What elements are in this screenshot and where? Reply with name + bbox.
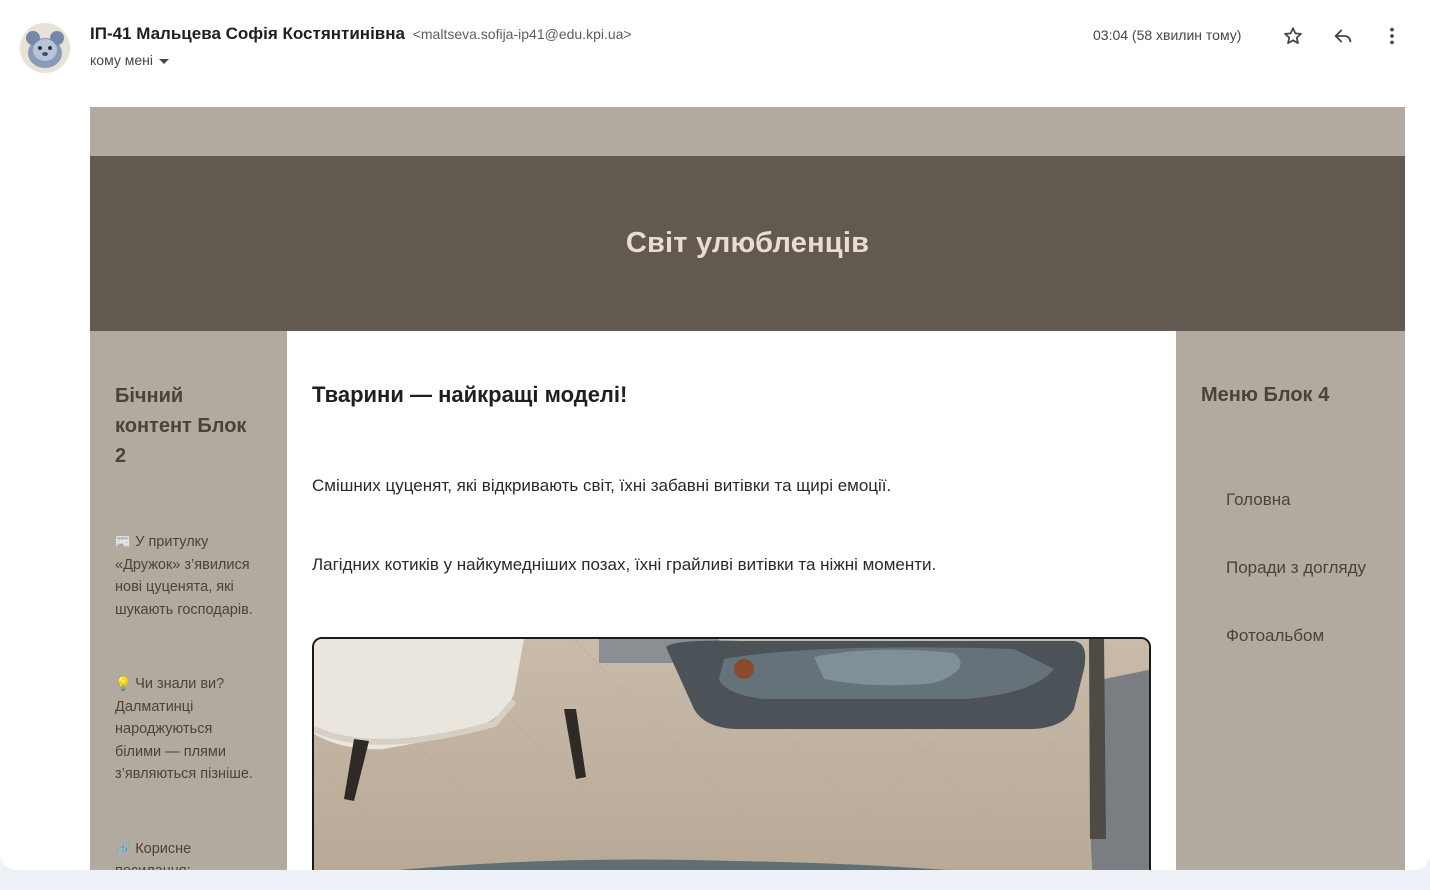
email-content: Світ улюбленців Бічний контент Блок 2 📰 …: [90, 107, 1405, 870]
right-sidebar-menu: Меню Блок 4 Головна Поради з догляду Фот…: [1176, 331, 1405, 870]
star-icon: [1284, 27, 1302, 45]
sender-avatar[interactable]: [20, 23, 70, 73]
main-heading: Тварини — найкращі моделі!: [312, 382, 628, 407]
sender-email: <maltseva.sofija-ip41@edu.kpi.ua>: [412, 26, 632, 42]
more-options-button[interactable]: [1376, 20, 1408, 52]
sidebar-note-text: У притулку «Дружок» з’явилися нові цуцен…: [115, 534, 253, 618]
sidebar-note-text: Чи знали ви? Далматинці народжуються біл…: [115, 676, 253, 782]
reply-icon: [1334, 29, 1352, 43]
caret-down-icon: [159, 58, 169, 64]
recipient-label: кому мені: [90, 52, 153, 68]
right-sidebar-heading: Меню Блок 4: [1201, 384, 1330, 406]
sender-name[interactable]: ІП-41 Мальцева Софія Костянтинівна: [90, 24, 405, 43]
menu-item-home[interactable]: Головна: [1226, 490, 1380, 510]
nav-menu: Головна Поради з догляду Фотоальбом: [1201, 490, 1380, 646]
lightbulb-icon: 💡: [115, 676, 132, 691]
email-view: ІП-41 Мальцева Софія Костянтинівна <malt…: [0, 0, 1430, 870]
more-vert-icon: [1390, 27, 1394, 45]
main-paragraph-puppies: Смішних цуценят, які відкривають світ, ї…: [312, 476, 892, 495]
main-paragraph-cats: Лагідних котиків у найкумедніших позах, …: [312, 555, 937, 574]
left-sidebar-heading: Бічний контент Блок 2: [115, 385, 247, 467]
left-sidebar: Бічний контент Блок 2 📰 У притулку «Друж…: [90, 331, 287, 870]
sidebar-note: 📰 У притулку «Дружок» з’явилися нові цуц…: [115, 531, 262, 621]
pet-photo: [312, 637, 1151, 870]
sidebar-note: 💡 Чи знали ви? Далматинці народжуються б…: [115, 673, 262, 786]
sender-line: ІП-41 Мальцева Софія Костянтинівна <malt…: [90, 24, 632, 44]
hero-title: Світ улюбленців: [625, 227, 870, 259]
star-button[interactable]: [1277, 20, 1309, 52]
avatar-image: [20, 23, 70, 73]
recipient-details-toggle[interactable]: кому мені: [90, 52, 169, 68]
pet-photo-image: [314, 639, 1149, 870]
hero-banner: Світ улюбленців: [90, 156, 1405, 331]
main-content: Тварини — найкращі моделі! Смішних цуцен…: [287, 331, 1176, 870]
newspaper-icon: 📰: [115, 534, 132, 549]
link-icon: 🔗: [115, 840, 132, 856]
reply-button[interactable]: [1327, 20, 1359, 52]
sidebar-note: 🔗 Корисне посилання:: [115, 838, 262, 871]
email-timestamp: 03:04 (58 хвилин тому): [1093, 27, 1242, 43]
menu-item-photo-album[interactable]: Фотоальбом: [1226, 626, 1380, 646]
menu-item-care-tips[interactable]: Поради з догляду: [1226, 558, 1380, 578]
